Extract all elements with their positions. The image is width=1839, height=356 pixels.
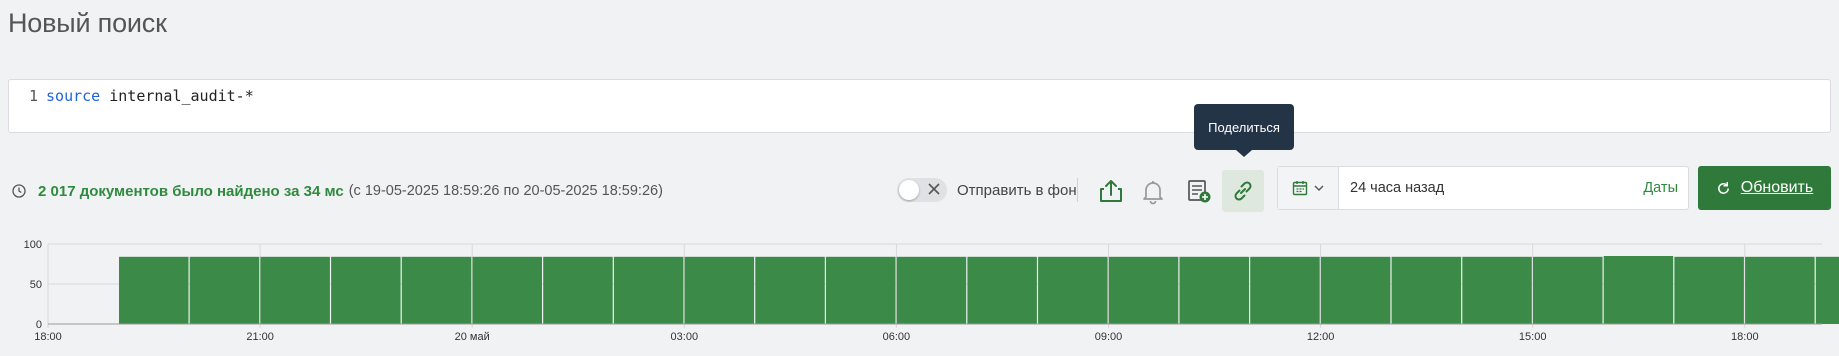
share-link-button[interactable] — [1222, 170, 1264, 212]
histogram-bar — [1603, 256, 1674, 324]
histogram-bar — [826, 256, 896, 324]
period-selector[interactable]: 24 часа назад Даты — [1277, 166, 1689, 210]
histogram-bar — [1179, 256, 1249, 324]
refresh-label: Обновить — [1740, 179, 1814, 196]
divider — [1077, 178, 1078, 202]
histogram-bar — [401, 256, 472, 324]
histogram-bar — [1320, 256, 1391, 324]
histogram-bar — [1250, 256, 1320, 324]
histogram-bar — [613, 256, 684, 324]
calendar-dropdown[interactable] — [1278, 167, 1339, 209]
histogram-bar — [119, 256, 189, 324]
calendar-icon — [1292, 181, 1308, 196]
x-tick-label: 21:00 — [246, 331, 274, 343]
histogram-bar — [189, 256, 260, 324]
x-tick-label: 09:00 — [1095, 331, 1123, 343]
page-title: Новый поиск — [8, 8, 167, 38]
bell-icon — [1143, 181, 1163, 205]
histogram-bar — [1038, 256, 1108, 324]
histogram-bar — [543, 256, 613, 324]
x-tick-label: 20 май — [455, 331, 490, 343]
background-label: Отправить в фон — [957, 182, 1077, 199]
histogram-bar — [755, 256, 825, 324]
add-report-icon — [1188, 180, 1211, 203]
histogram-bar — [1462, 256, 1532, 324]
histogram-bar — [331, 256, 401, 324]
y-tick-label: 100 — [24, 239, 42, 251]
toggle-knob — [899, 180, 919, 200]
histogram-bar — [1674, 256, 1744, 324]
line-number: 1 — [29, 87, 39, 105]
y-tick-label: 50 — [30, 279, 42, 291]
histogram-chart: 0 50 100 18:00 21:00 20 май 03:00 06:00 09:00 12:… — [24, 239, 1839, 343]
refresh-icon — [1717, 181, 1729, 194]
histogram-bar — [684, 256, 755, 324]
x-tick-label: 15:00 — [1519, 331, 1547, 343]
x-tick-label: 03:00 — [671, 331, 699, 343]
x-tick-label: 18:00 — [1731, 331, 1759, 343]
chevron-down-icon — [1314, 185, 1324, 191]
query-keyword: source — [46, 87, 101, 105]
histogram-bar — [967, 256, 1037, 324]
link-icon — [1234, 181, 1252, 201]
histogram-bar — [1533, 256, 1603, 324]
refresh-button[interactable]: Обновить — [1698, 166, 1831, 210]
histogram-bar — [472, 256, 542, 324]
query-argument: internal_audit-* — [109, 87, 254, 105]
clock-icon — [12, 184, 26, 198]
background-toggle[interactable] — [897, 178, 947, 202]
histogram-bar — [1108, 256, 1179, 324]
x-tick-label: 18:00 — [34, 331, 62, 343]
histogram-bar — [260, 256, 330, 324]
x-tick-label: 12:00 — [1307, 331, 1335, 343]
add-report-button[interactable] — [1178, 170, 1220, 212]
histogram-bar — [1391, 256, 1462, 324]
histogram-bar — [1745, 256, 1815, 324]
query-editor[interactable]: 1 source internal_audit-* — [8, 79, 1831, 133]
share-upload-icon — [1100, 180, 1122, 202]
time-range: (с 19-05-2025 18:59:26 по 20-05-2025 18:… — [348, 183, 663, 199]
histogram-bar — [1815, 256, 1839, 324]
close-icon — [928, 183, 940, 195]
export-button[interactable] — [1090, 170, 1132, 212]
histogram-bar — [896, 256, 967, 324]
alert-button[interactable] — [1132, 170, 1174, 212]
period-value[interactable]: 24 часа назад — [1350, 180, 1444, 196]
x-tick-label: 06:00 — [883, 331, 911, 343]
search-status: 2 017 документов было найдено за 34 мс (… — [12, 180, 663, 202]
share-tooltip: Поделиться — [1194, 104, 1294, 157]
query-line[interactable]: 1 source internal_audit-* — [29, 87, 254, 105]
found-count: 2 017 документов было найдено за 34 мс — [38, 182, 344, 200]
y-tick-label: 0 — [36, 319, 42, 331]
dates-link[interactable]: Даты — [1643, 180, 1678, 196]
